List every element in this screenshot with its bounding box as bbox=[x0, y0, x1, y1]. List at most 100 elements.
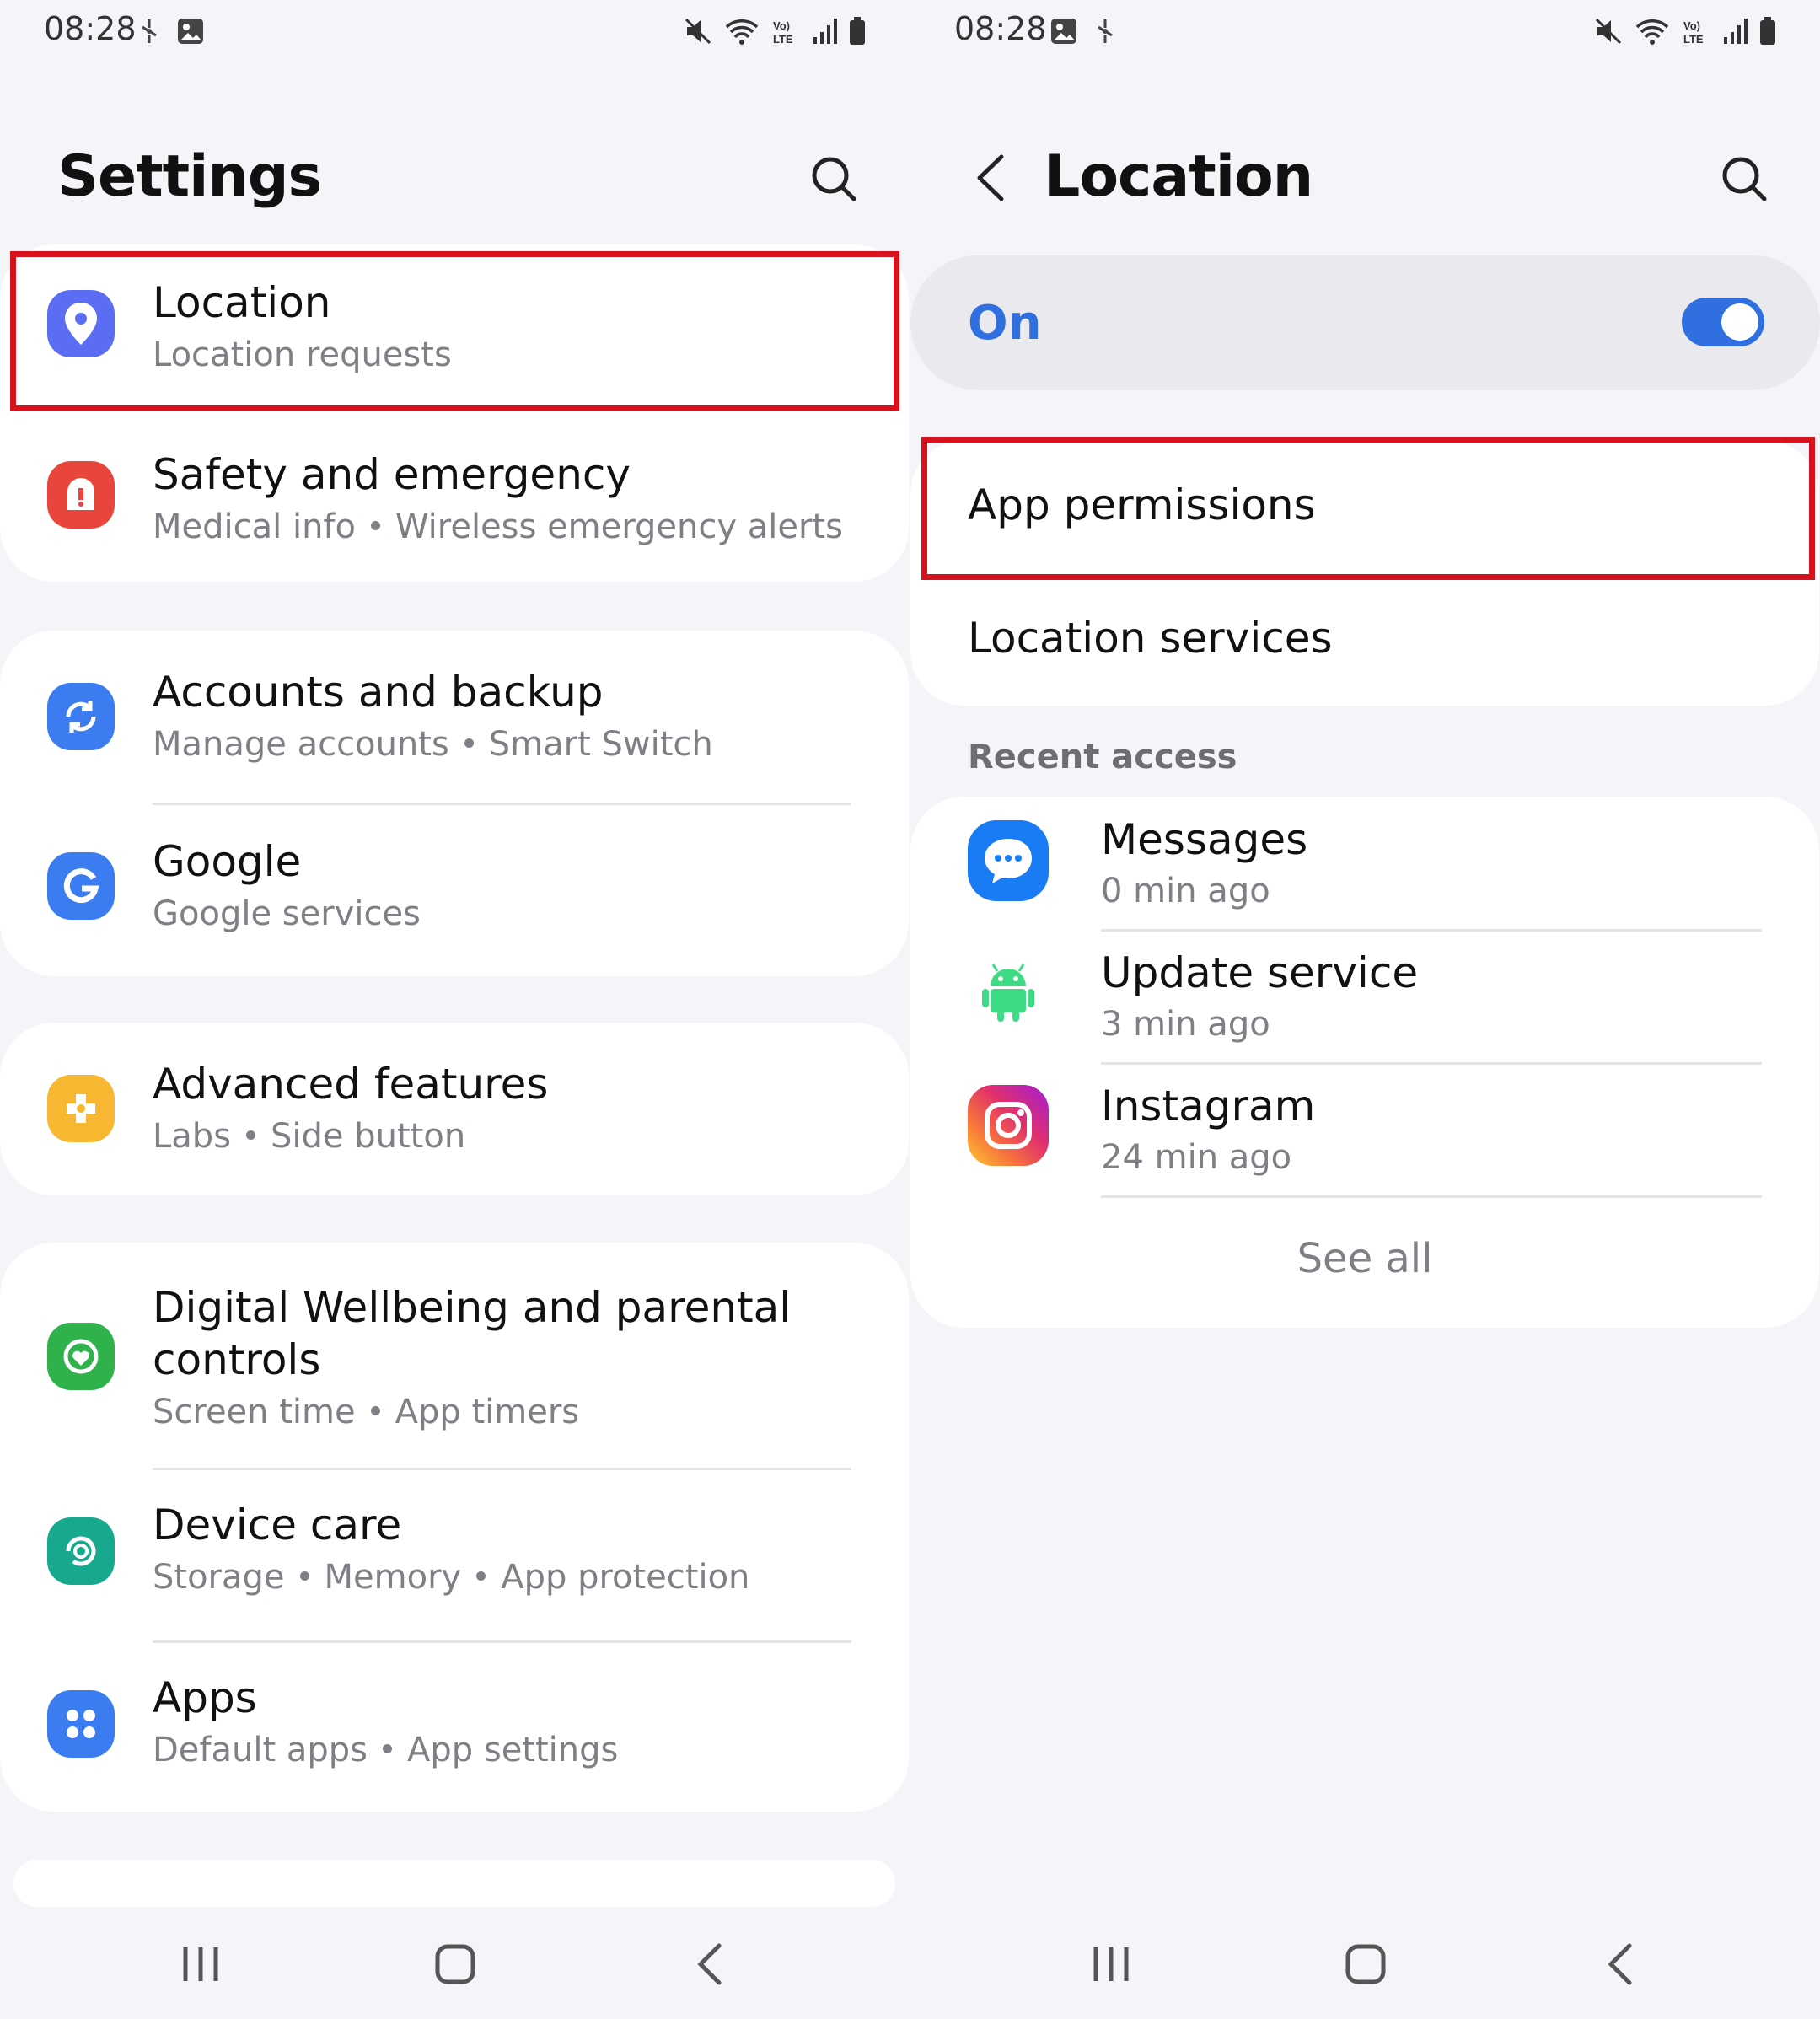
search-button[interactable] bbox=[1715, 150, 1774, 209]
item-subtitle: Medical info Wireless emergency alerts bbox=[153, 506, 843, 548]
fan-icon bbox=[1098, 19, 1113, 43]
item-title: Google bbox=[153, 837, 302, 886]
volte-icon: Vo)LTE bbox=[773, 19, 793, 46]
status-bar: 08:28 Vo) LTE bbox=[0, 10, 910, 52]
switch-knob bbox=[1721, 303, 1758, 341]
search-button[interactable] bbox=[805, 150, 864, 209]
location-switch[interactable] bbox=[1682, 298, 1764, 346]
apps-grid-icon bbox=[47, 1690, 115, 1758]
battery-icon bbox=[850, 17, 865, 45]
navigation-bar bbox=[0, 1930, 910, 1998]
item-title-line2: controls bbox=[153, 1335, 321, 1384]
highlight-box-location bbox=[10, 251, 899, 411]
item-title: Apps bbox=[153, 1673, 257, 1722]
settings-item-accounts[interactable]: Accounts and backup Manage accounts Smart… bbox=[0, 631, 909, 803]
item-subtitle: Manage accounts Smart Switch bbox=[153, 723, 713, 765]
volte-icon: Vo)LTE bbox=[1683, 19, 1704, 46]
puzzle-icon bbox=[47, 1075, 115, 1142]
navigation-bar bbox=[910, 1930, 1820, 1998]
subtitle-part: Smart Switch bbox=[488, 725, 713, 764]
messages-icon bbox=[968, 820, 1049, 901]
home-icon bbox=[435, 1944, 475, 1984]
back-icon bbox=[1608, 1943, 1632, 1985]
item-title: Device care bbox=[153, 1501, 402, 1549]
recents-icon bbox=[1093, 1947, 1129, 1981]
recent-app-row[interactable]: Instagram 24 min ago bbox=[910, 1063, 1819, 1196]
settings-item-device-care[interactable]: Device care Storage Memory App protection bbox=[0, 1469, 909, 1641]
subtitle-part: Screen time bbox=[153, 1393, 356, 1431]
settings-item-safety[interactable]: Safety and emergency Medical info Wireles… bbox=[0, 413, 909, 582]
google-icon bbox=[47, 852, 115, 920]
subtitle-part: Storage bbox=[153, 1558, 285, 1597]
home-button[interactable] bbox=[421, 1930, 489, 1998]
back-arrow-icon bbox=[977, 154, 1004, 201]
alert-icon bbox=[47, 461, 115, 529]
recent-app-row[interactable]: Messages 0 min ago bbox=[910, 797, 1819, 930]
mute-icon bbox=[1595, 18, 1622, 45]
search-icon bbox=[812, 157, 856, 201]
location-services-item[interactable]: Location services bbox=[968, 614, 1333, 663]
settings-item-advanced[interactable]: Advanced features Labs Side button bbox=[0, 1023, 909, 1195]
signal-icon bbox=[1724, 19, 1748, 44]
recents-button[interactable] bbox=[167, 1930, 234, 1998]
subtitle-part: Labs bbox=[153, 1117, 232, 1156]
android-icon bbox=[968, 952, 1049, 1033]
back-button[interactable] bbox=[1587, 1930, 1655, 1998]
separator-dot bbox=[299, 1571, 309, 1581]
settings-item-google[interactable]: Google Google services bbox=[0, 803, 909, 976]
svg-text:Vo): Vo) bbox=[1683, 19, 1700, 32]
item-subtitle: Storage Memory App protection bbox=[153, 1556, 749, 1598]
subtitle-part: Wireless emergency alerts bbox=[395, 507, 843, 546]
back-button[interactable] bbox=[677, 1930, 744, 1998]
wellbeing-icon bbox=[47, 1323, 115, 1390]
recent-access-card: Messages 0 min ago Update service 3 min … bbox=[910, 797, 1819, 1328]
settings-card-2: Accounts and backup Manage accounts Smart… bbox=[0, 631, 909, 976]
item-subtitle: Screen time App timers bbox=[153, 1391, 579, 1433]
settings-card-4: Digital Wellbeing and parental controls … bbox=[0, 1243, 909, 1812]
settings-card-3: Advanced features Labs Side button bbox=[0, 1023, 909, 1195]
svg-text:Vo): Vo) bbox=[773, 19, 790, 32]
highlight-box-app-permissions bbox=[921, 437, 1815, 580]
page-title: Settings bbox=[57, 143, 322, 210]
mute-icon bbox=[685, 18, 711, 45]
instagram-icon bbox=[968, 1085, 1049, 1166]
gallery-icon bbox=[178, 19, 203, 44]
location-screen: 08:28 Vo) LTE Location On App permissions… bbox=[910, 0, 1820, 2019]
signal-icon bbox=[813, 19, 837, 44]
subtitle-part: Default apps bbox=[153, 1731, 368, 1769]
device-care-icon bbox=[47, 1517, 115, 1585]
back-button[interactable] bbox=[964, 148, 1023, 207]
wifi-icon bbox=[1635, 19, 1669, 45]
location-toggle-row[interactable]: On bbox=[910, 255, 1820, 390]
separator-dot bbox=[246, 1130, 256, 1140]
subtitle-part: Medical info bbox=[153, 507, 356, 546]
see-all-button[interactable]: See all bbox=[910, 1235, 1819, 1282]
subtitle-part: App settings bbox=[407, 1731, 619, 1769]
settings-screen: 08:28 Vo) LTE Settings Location Location … bbox=[0, 0, 910, 2019]
svg-text:LTE: LTE bbox=[1683, 33, 1704, 46]
item-title-line1: Digital Wellbeing and parental bbox=[153, 1283, 792, 1332]
subtitle-part: App protection bbox=[501, 1558, 750, 1597]
home-button[interactable] bbox=[1332, 1930, 1399, 1998]
recent-app-row[interactable]: Update service 3 min ago bbox=[910, 930, 1819, 1063]
item-title: Accounts and backup bbox=[153, 668, 604, 717]
search-icon bbox=[1722, 157, 1767, 201]
recents-button[interactable] bbox=[1077, 1930, 1145, 1998]
separator-dot bbox=[370, 1405, 380, 1415]
settings-item-apps[interactable]: Apps Default apps App settings bbox=[0, 1641, 909, 1812]
item-subtitle: Labs Side button bbox=[153, 1115, 465, 1157]
status-time: 08:28 bbox=[44, 10, 137, 47]
back-icon bbox=[697, 1943, 722, 1985]
status-bar: 08:28 Vo) LTE bbox=[910, 10, 1820, 52]
battery-icon bbox=[1760, 17, 1775, 45]
app-name: Instagram bbox=[1101, 1082, 1316, 1130]
item-subtitle: Google services bbox=[153, 894, 421, 933]
divider bbox=[1101, 1195, 1762, 1198]
settings-card-partial bbox=[13, 1860, 895, 1907]
settings-item-digital-wellbeing[interactable]: Digital Wellbeing and parental controls … bbox=[0, 1243, 909, 1469]
svg-text:LTE: LTE bbox=[773, 33, 793, 46]
status-time: 08:28 bbox=[954, 10, 1047, 47]
separator-dot bbox=[383, 1743, 392, 1753]
app-access-time: 3 min ago bbox=[1101, 1005, 1270, 1044]
recents-icon bbox=[183, 1947, 218, 1981]
